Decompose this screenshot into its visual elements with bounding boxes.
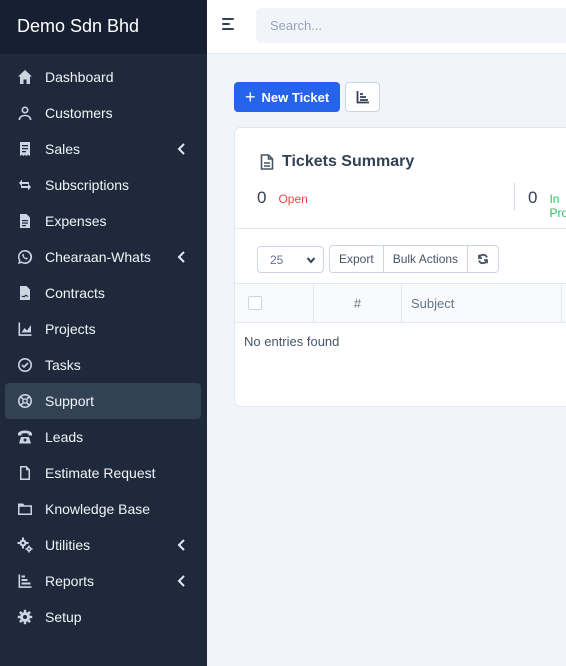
sidebar-item-expenses[interactable]: Expenses	[5, 203, 201, 239]
sidebar-item-label: Setup	[45, 609, 82, 625]
sidebar-item-label: Tasks	[45, 357, 81, 373]
new-ticket-label: New Ticket	[261, 89, 330, 105]
chevron-left-icon	[175, 538, 189, 552]
whatsapp-icon	[16, 248, 34, 266]
sidebar-item-dashboard[interactable]: Dashboard	[5, 59, 201, 95]
in-progress-label: In Progress	[549, 192, 566, 220]
refresh-icon	[478, 253, 488, 265]
bulk-actions-button[interactable]: Bulk Actions	[383, 246, 469, 272]
sidebar-item-label: Chearaan-Whats	[45, 249, 151, 265]
refresh-icon	[16, 176, 34, 194]
plus-icon: +	[245, 87, 256, 107]
sidebar-item-label: Knowledge Base	[45, 501, 151, 517]
open-label: Open	[278, 192, 308, 206]
search-input[interactable]	[256, 8, 566, 43]
sidebar-item-label: Sales	[45, 141, 81, 157]
contract-icon	[16, 284, 34, 302]
receipt-icon	[16, 140, 34, 158]
section-divider	[235, 228, 566, 229]
file-text-icon	[16, 212, 34, 230]
chevron-down-icon	[306, 257, 316, 264]
sidebar-item-projects[interactable]: Projects	[5, 311, 201, 347]
sidebar-item-subscriptions[interactable]: Subscriptions	[5, 167, 201, 203]
chart-icon	[16, 320, 34, 338]
sidebar-item-label: Projects	[45, 321, 96, 337]
sidebar-item-contracts[interactable]: Contracts	[5, 275, 201, 311]
new-ticket-button[interactable]: + New Ticket	[234, 82, 340, 112]
sidebar-item-label: Utilities	[45, 537, 91, 553]
sidebar-item-label: Contracts	[45, 285, 105, 301]
sidebar-item-label: Subscriptions	[45, 177, 130, 193]
column-header-subject[interactable]: Subject	[402, 284, 562, 322]
in-progress-count: 0	[528, 188, 538, 207]
bar-chart-icon	[356, 91, 369, 104]
gear-icon	[16, 608, 34, 626]
sidebar-item-sales[interactable]: Sales	[5, 131, 201, 167]
folder-icon	[16, 500, 34, 518]
bar-chart-icon	[16, 572, 34, 590]
reports-chart-button[interactable]	[345, 82, 380, 112]
chevron-left-icon	[175, 574, 189, 588]
phone-icon	[16, 428, 34, 446]
sidebar-item-knowledge-base[interactable]: Knowledge Base	[5, 491, 201, 527]
sidebar-nav: Dashboard Customers Sales Subscriptions …	[0, 54, 207, 635]
export-button[interactable]: Export	[330, 246, 384, 272]
select-all-cell	[235, 284, 314, 322]
sidebar-item-label: Reports	[45, 573, 95, 589]
sidebar-item-chearaan-whats[interactable]: Chearaan-Whats	[5, 239, 201, 275]
table-header: # Subject	[235, 283, 566, 323]
stat-in-progress[interactable]: 0 In Progress	[528, 188, 566, 220]
home-icon	[16, 68, 34, 86]
tickets-summary-title: Tickets Summary	[282, 153, 415, 170]
brand-name[interactable]: Demo Sdn Bhd	[0, 0, 207, 54]
column-header-number[interactable]: #	[314, 284, 402, 322]
sidebar-item-tasks[interactable]: Tasks	[5, 347, 201, 383]
document-icon	[16, 464, 34, 482]
sidebar-item-reports[interactable]: Reports	[5, 563, 201, 599]
sidebar-item-label: Expenses	[45, 213, 107, 229]
tickets-panel: Tickets Summary 0 Open 0 In Progress 25 …	[234, 127, 566, 407]
chevron-left-icon	[175, 250, 189, 264]
stat-open[interactable]: 0 Open	[257, 188, 308, 208]
top-bar	[207, 0, 566, 54]
sidebar-item-label: Estimate Request	[45, 465, 156, 481]
sidebar-item-label: Leads	[45, 429, 84, 445]
reload-button[interactable]	[468, 246, 499, 272]
sidebar: Demo Sdn Bhd Dashboard Customers Sales S…	[0, 0, 207, 666]
open-count: 0	[257, 188, 267, 207]
page-size-value: 25	[270, 253, 284, 267]
chevron-left-icon	[175, 142, 189, 156]
page-size-select[interactable]: 25	[257, 246, 324, 273]
check-circle-icon	[16, 356, 34, 374]
sidebar-item-customers[interactable]: Customers	[5, 95, 201, 131]
menu-toggle-icon[interactable]	[222, 18, 236, 32]
sidebar-item-label: Dashboard	[45, 69, 114, 85]
lifebuoy-icon	[16, 392, 34, 410]
sidebar-item-label: Customers	[45, 105, 113, 121]
empty-table-message: No entries found	[244, 334, 340, 349]
stat-divider	[514, 183, 515, 210]
sidebar-item-setup[interactable]: Setup	[5, 599, 201, 635]
select-all-checkbox[interactable]	[248, 296, 262, 310]
cogs-icon	[16, 536, 34, 554]
sidebar-item-leads[interactable]: Leads	[5, 419, 201, 455]
document-icon	[260, 154, 274, 170]
sidebar-item-estimate-request[interactable]: Estimate Request	[5, 455, 201, 491]
table-actions: Export Bulk Actions	[329, 245, 500, 273]
user-icon	[16, 104, 34, 122]
sidebar-item-utilities[interactable]: Utilities	[5, 527, 201, 563]
sidebar-item-label: Support	[45, 393, 95, 409]
tickets-summary-heading: Tickets Summary	[260, 153, 414, 171]
sidebar-item-support[interactable]: Support	[5, 383, 201, 419]
